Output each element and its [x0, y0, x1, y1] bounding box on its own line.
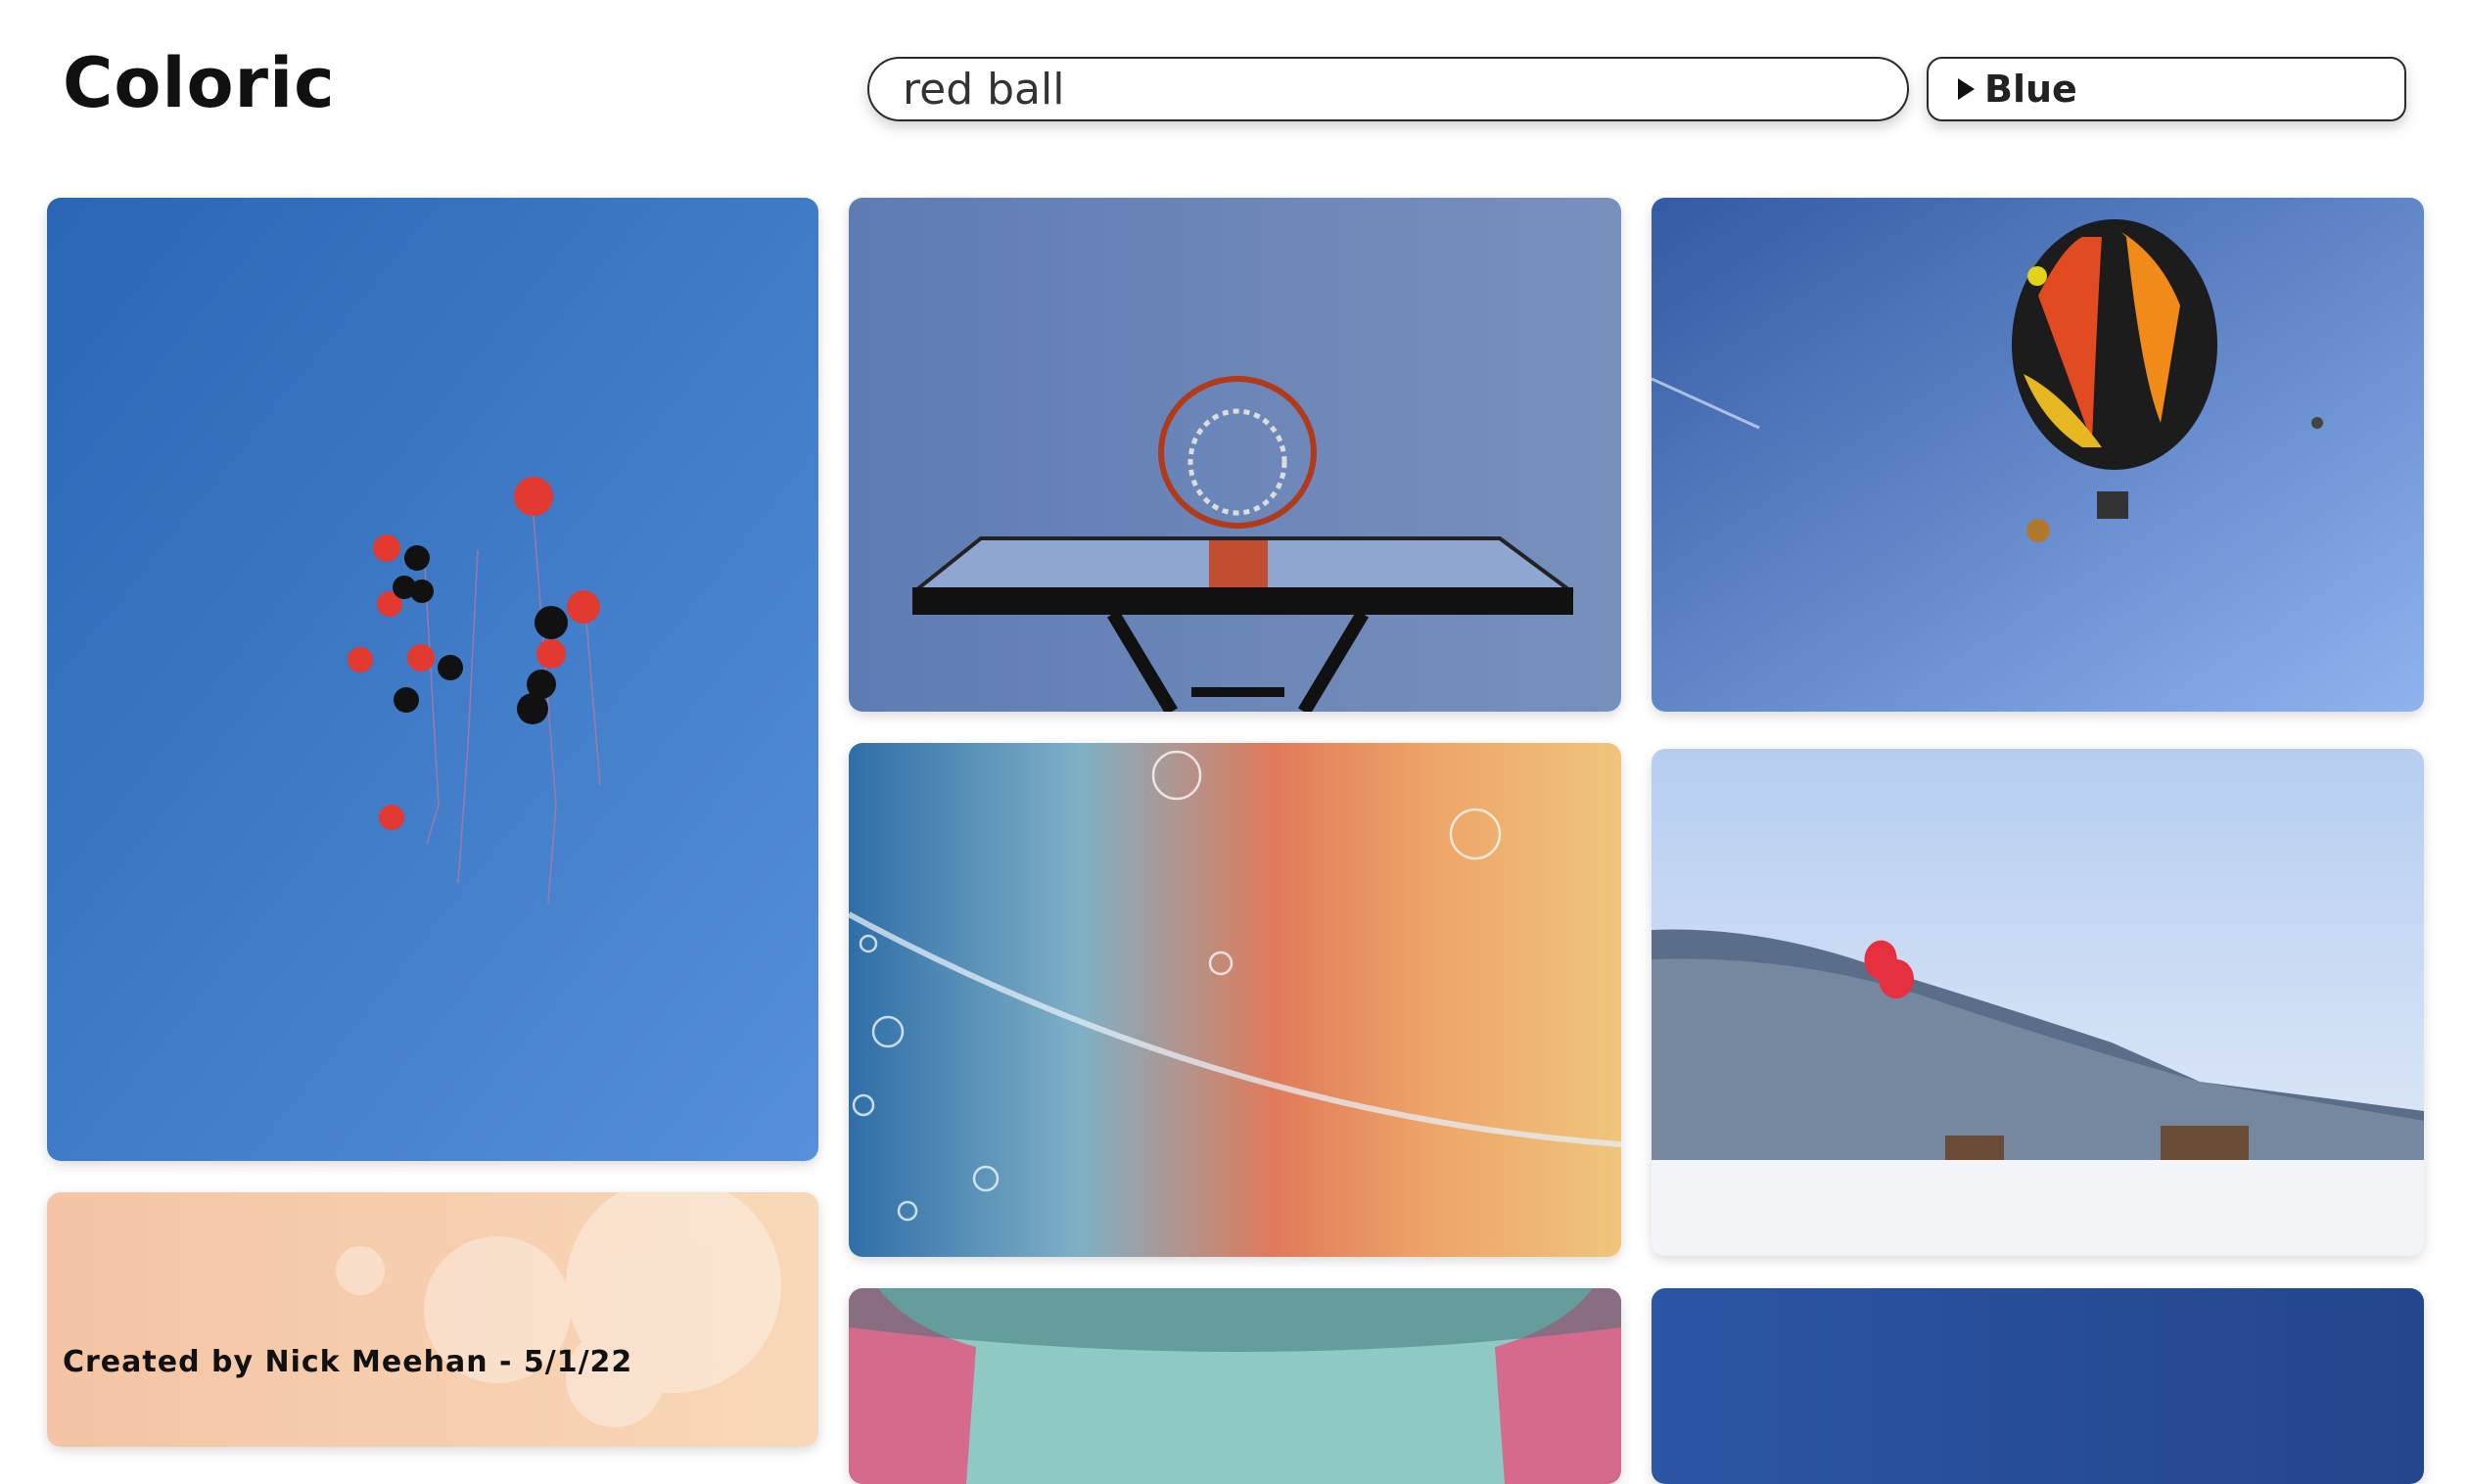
search-bar[interactable] — [867, 57, 1909, 121]
gallery-image-balloons[interactable] — [47, 198, 818, 1161]
gallery-image-snowy-mountains[interactable] — [1652, 749, 2424, 1256]
gallery-image-hands-teal[interactable] — [849, 1288, 1621, 1484]
search-input[interactable] — [901, 63, 1907, 116]
caret-right-icon — [1958, 78, 1975, 100]
gallery-image-basketball-hoop[interactable] — [849, 198, 1621, 712]
gallery-image-peach-bubbles[interactable] — [47, 1192, 818, 1447]
footer-credit: Created by Nick Meehan - 5/1/22 — [63, 1345, 633, 1379]
gallery-image-hot-air-balloon[interactable] — [1652, 198, 2424, 712]
color-filter-dropdown[interactable]: Blue — [1927, 57, 2406, 121]
gallery-image-bubbles-gradient[interactable] — [849, 743, 1621, 1257]
app-title: Coloric — [63, 43, 336, 123]
color-filter-label: Blue — [1984, 68, 2077, 111]
gallery-image-blue-gradient[interactable] — [1652, 1288, 2424, 1484]
